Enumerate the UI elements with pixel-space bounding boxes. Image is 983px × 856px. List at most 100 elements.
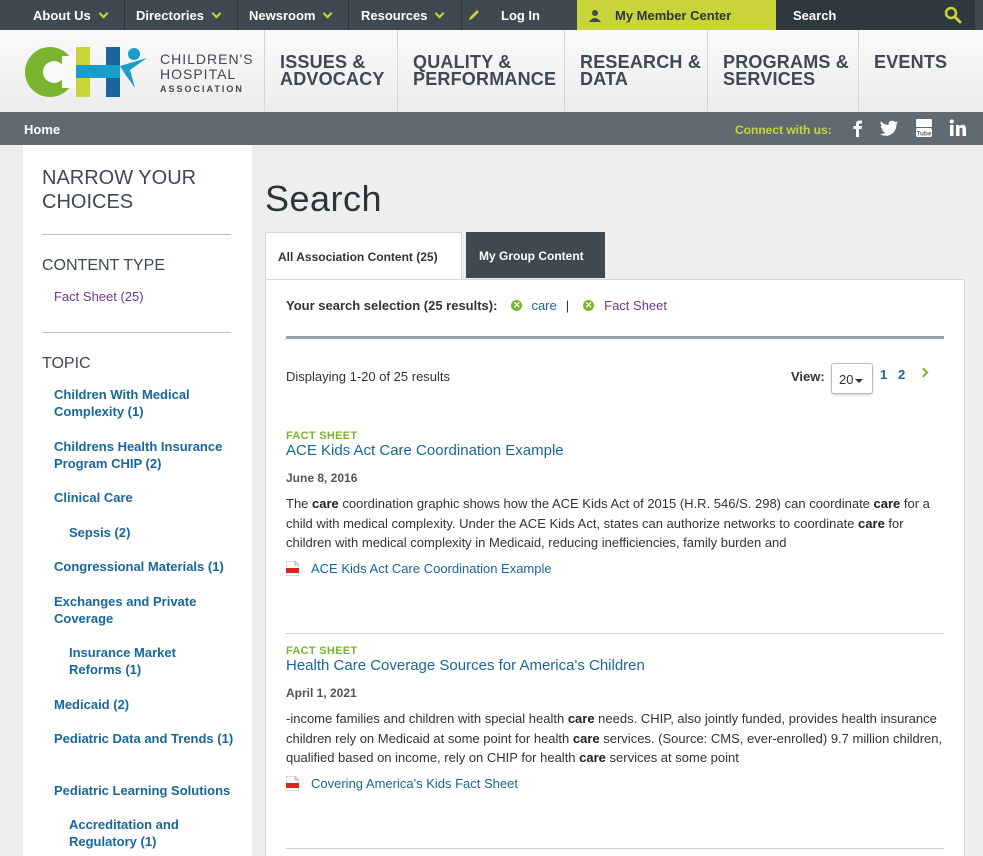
nav-directories[interactable]: Directories [136,0,222,30]
breadcrumb-home[interactable]: Home [24,122,60,137]
results-count: Displaying 1-20 of 25 results [286,369,451,384]
nav-directories-label: Directories [136,7,204,23]
topic-pediatric-learning-solutions[interactable]: Pediatric Learning Solutions [54,782,244,799]
result-title-link[interactable]: Health Care Coverage Sources for America… [286,657,944,674]
topic-pediatric-data-trends[interactable]: Pediatric Data and Trends (1) [54,730,234,747]
topic-sepsis[interactable]: Sepsis (2) [69,524,249,541]
divider [42,234,231,235]
youtube-icon[interactable]: Tube [914,119,934,137]
divider [237,0,238,30]
logo-text: CHILDREN'S HOSPITAL ASSOCIATION [160,52,254,97]
filter-chip-fact-sheet[interactable]: Fact Sheet [604,298,667,313]
view-label: View: [791,369,825,384]
page-2-link[interactable]: 2 [898,367,905,382]
topic-medicaid[interactable]: Medicaid (2) [54,696,234,713]
result-file-label: ACE Kids Act Care Coordination Example [311,560,552,576]
result-type: FACT SHEET [286,430,358,442]
result-file-link[interactable]: ACE Kids Act Care Coordination Example [286,560,944,576]
divider [286,848,944,849]
filter-separator: | [565,298,570,313]
topic-heading: TOPIC [42,355,91,372]
search-box [776,0,975,30]
chevron-down-icon [211,8,222,18]
pdf-icon [286,775,299,791]
site-header: CHILDREN'S HOSPITAL ASSOCIATION ISSUES &… [0,30,983,112]
result-snippet: -income families and children with speci… [286,711,943,765]
result-title-link[interactable]: ACE Kids Act Care Coordination Example [286,442,944,459]
topic-insurance-market-reforms[interactable]: Insurance Market Reforms (1) [69,644,199,678]
nav-resources-label: Resources [361,7,428,23]
divider [286,336,944,339]
result-date: June 8, 2016 [286,471,358,485]
nav-about-us[interactable]: About Us [33,0,109,30]
topic-clinical-care[interactable]: Clinical Care [54,489,234,506]
mainnav-issues-advocacy[interactable]: ISSUES & ADVOCACY [264,30,397,112]
result-item: FACT SHEET Health Care Coverage Sources … [286,645,944,791]
mainnav-label: ADVOCACY [280,69,385,89]
selection-label: Your search selection (25 results): [286,298,498,313]
nav-about-us-label: About Us [33,7,91,23]
filter-sidebar: NARROW YOUR CHOICES CONTENT TYPE Fact Sh… [23,145,252,856]
logo-line1: CHILDREN'S [160,51,254,67]
search-icon[interactable] [944,6,962,24]
topic-children-medical-complexity[interactable]: Children With Medical Complexity (1) [54,386,234,420]
mainnav-events[interactable]: EVENTS [858,30,983,112]
linkedin-icon[interactable] [948,119,968,137]
sidebar-heading: NARROW YOUR CHOICES [42,166,196,214]
logo-mark-icon [25,47,147,97]
chevron-down-icon [323,8,333,18]
nav-resources[interactable]: Resources [361,0,445,30]
login-link[interactable]: Log In [467,0,540,30]
topic-chip[interactable]: Childrens Health Insurance Program CHIP … [54,438,234,472]
view-value: 20 [839,372,854,387]
page-1-link[interactable]: 1 [880,367,887,382]
mainnav-quality-performance[interactable]: QUALITY & PERFORMANCE [397,30,564,112]
mainnav-programs-services[interactable]: PROGRAMS & SERVICES [707,30,858,112]
result-type: FACT SHEET [286,645,358,657]
member-center-dropdown[interactable]: My Member Center [577,0,776,30]
breadcrumb: Home Connect with us: Tube [0,112,983,145]
filter-fact-sheet[interactable]: Fact Sheet (25) [54,288,234,305]
view-per-page-select[interactable]: 20 [831,363,873,394]
divider [286,633,944,634]
divider [461,0,462,30]
tab-all-association-content[interactable]: All Association Content (25) [265,232,462,280]
remove-filter-icon[interactable]: ✕ [511,300,523,311]
nav-newsroom[interactable]: Newsroom [249,0,333,30]
member-center-label: My Member Center [615,7,732,23]
utility-bar: About Us Directories Newsroom Resources … [0,0,983,30]
results-panel: Your search selection (25 results): ✕ ca… [265,279,965,856]
chevron-down-icon [98,8,109,18]
content-type-heading: CONTENT TYPE [42,257,165,274]
search-input[interactable] [776,0,936,30]
facebook-icon[interactable] [848,119,868,137]
svg-text:Tube: Tube [916,131,931,138]
result-file-link[interactable]: Covering America's Kids Fact Sheet [286,775,944,791]
chevron-down-icon [435,8,445,18]
connect-label: Connect with us: [735,123,832,137]
logo-line3: ASSOCIATION [160,84,244,94]
divider [124,0,125,30]
twitter-icon[interactable] [879,119,899,137]
result-date: April 1, 2021 [286,686,357,700]
pencil-icon [469,10,479,20]
search-selection: Your search selection (25 results): ✕ ca… [286,298,667,313]
filter-chip-care[interactable]: care [531,298,556,313]
topic-congressional-materials[interactable]: Congressional Materials (1) [54,558,244,575]
user-icon [589,9,601,22]
logo-line2: HOSPITAL [160,66,237,82]
sidebar-heading-line1: NARROW YOUR [42,167,197,189]
mainnav-label: EVENTS [874,52,948,72]
mainnav-label: DATA [580,69,629,89]
divider [42,332,231,333]
logo[interactable]: CHILDREN'S HOSPITAL ASSOCIATION [24,44,254,104]
remove-filter-icon[interactable]: ✕ [583,300,595,311]
topic-exchanges-private-coverage[interactable]: Exchanges and Private Coverage [54,593,224,627]
tab-my-group-content[interactable]: My Group Content [466,232,605,278]
mainnav-label: SERVICES [723,69,816,89]
next-page-icon[interactable] [918,367,929,378]
topic-accreditation-regulatory[interactable]: Accreditation and Regulatory (1) [69,816,199,850]
mainnav-label: PERFORMANCE [413,69,557,89]
mainnav-research-data[interactable]: RESEARCH & DATA [564,30,707,112]
pdf-icon [286,560,299,576]
